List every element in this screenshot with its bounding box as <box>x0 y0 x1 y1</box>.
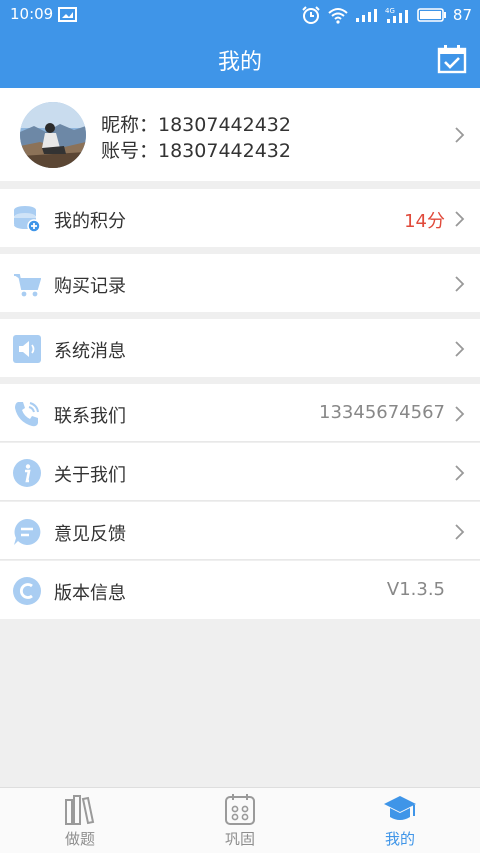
chevron-right-icon <box>455 341 465 357</box>
status-bar: 10:09 4G 87 <box>0 0 480 30</box>
chevron-right-icon <box>455 524 465 540</box>
profile-card[interactable]: 昵称：18307442432 账号：18307442432 <box>0 88 480 181</box>
menu-item-label: 关于我们 <box>54 465 126 486</box>
menu-item-label: 联系我们 <box>54 406 126 427</box>
status-time: 10:09 <box>10 5 54 23</box>
tab-review[interactable]: 巩固 <box>160 788 320 853</box>
menu-item-points[interactable]: 我的积分 14分 <box>0 189 480 247</box>
menu-item-label: 购买记录 <box>54 276 126 297</box>
feedback-chat-icon <box>14 518 41 545</box>
signal-4g-icon: 4G <box>385 7 408 23</box>
svg-text:4G: 4G <box>385 7 395 15</box>
points-database-icon <box>14 206 41 233</box>
tab-label: 巩固 <box>224 830 255 848</box>
graduation-cap-icon <box>384 796 416 820</box>
menu-item-label: 版本信息 <box>54 583 126 604</box>
shopping-cart-icon <box>14 274 41 297</box>
menu-item-label: 我的积分 <box>54 211 126 232</box>
calendar-check-icon[interactable] <box>436 43 468 75</box>
chevron-right-icon <box>455 406 465 422</box>
menu-item-label: 意见反馈 <box>54 524 126 545</box>
version-value: V1.3.5 <box>386 579 445 600</box>
chevron-right-icon <box>455 465 465 481</box>
battery-icon <box>417 8 446 22</box>
calendar-icon <box>225 794 255 825</box>
books-icon <box>65 795 95 825</box>
signal-icon <box>355 9 377 22</box>
divider <box>0 441 480 442</box>
speaker-icon <box>13 335 41 363</box>
contact-phone: 13345674567 <box>319 402 445 423</box>
phone-icon <box>15 402 39 427</box>
divider <box>0 559 480 560</box>
divider <box>0 500 480 501</box>
chevron-right-icon <box>455 127 465 143</box>
page-title: 我的 <box>217 50 262 75</box>
tab-label: 我的 <box>384 830 415 848</box>
menu-item-label: 系统消息 <box>54 341 126 362</box>
menu-item-feedback[interactable]: 意见反馈 <box>0 502 480 560</box>
avatar-photo <box>20 102 86 168</box>
alarm-icon <box>302 6 320 24</box>
menu-item-contact[interactable]: 联系我们 13345674567 <box>0 384 480 442</box>
battery-level: 87 <box>452 6 472 24</box>
info-icon <box>13 459 41 487</box>
menu-item-about[interactable]: 关于我们 <box>0 443 480 501</box>
image-notification-icon <box>58 7 77 22</box>
avatar[interactable] <box>20 102 86 168</box>
copyright-icon <box>13 577 41 605</box>
nickname: 昵称：18307442432 <box>101 114 291 136</box>
menu-item-messages[interactable]: 系统消息 <box>0 319 480 377</box>
app-header: 我的 <box>0 30 480 88</box>
wifi-icon <box>328 8 348 24</box>
tab-bar: 做题 巩固 我的 <box>0 787 480 853</box>
points-value: 14分 <box>404 211 445 232</box>
menu-item-version[interactable]: 版本信息 V1.3.5 <box>0 561 480 619</box>
menu-item-purchases[interactable]: 购买记录 <box>0 254 480 312</box>
tab-practice[interactable]: 做题 <box>0 788 160 853</box>
account-number: 账号：18307442432 <box>101 140 291 162</box>
chevron-right-icon <box>455 276 465 292</box>
tab-mine[interactable]: 我的 <box>320 788 480 853</box>
chevron-right-icon <box>455 211 465 227</box>
tab-label: 做题 <box>64 830 95 848</box>
